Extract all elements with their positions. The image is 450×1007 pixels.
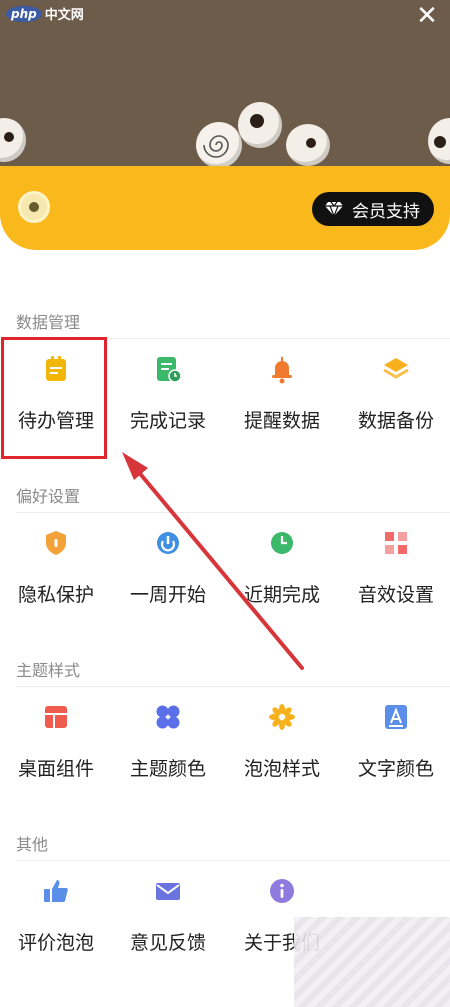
menu-item-feedback[interactable]: 意见反馈 xyxy=(112,862,224,962)
vip-support-button[interactable]: 会员支持 xyxy=(312,192,434,226)
menu-item-week-start[interactable]: 一周开始 xyxy=(112,514,224,614)
thumbs-up-icon xyxy=(41,876,71,906)
avatar[interactable] xyxy=(18,191,50,223)
menu-item-label: 音效设置 xyxy=(357,584,434,606)
section-title-data: 数据管理 xyxy=(16,313,81,332)
watermark: php 中文网 xyxy=(6,4,84,23)
palette-icon xyxy=(153,702,183,732)
menu-item-sound-settings[interactable]: 音效设置 xyxy=(340,514,450,614)
info-icon xyxy=(267,876,297,906)
menu-item-reminder-data[interactable]: 提醒数据 xyxy=(226,340,338,440)
menu-item-label: 意见反馈 xyxy=(129,932,206,954)
menu-item-label: 文字颜色 xyxy=(357,758,434,780)
menu-item-label: 隐私保护 xyxy=(17,584,94,606)
menu-item-label: 评价泡泡 xyxy=(17,932,94,954)
close-button[interactable]: ✕ xyxy=(412,2,442,32)
menu-item-privacy[interactable]: 隐私保护 xyxy=(0,514,112,614)
member-card: 会员支持 xyxy=(0,166,450,250)
divider xyxy=(16,686,450,687)
annotation-highlight-box xyxy=(1,337,107,459)
diamond-icon xyxy=(325,201,343,217)
menu-item-label: 近期完成 xyxy=(243,584,320,606)
menu-item-rate-app[interactable]: 评价泡泡 xyxy=(0,862,112,962)
section-title-other: 其他 xyxy=(16,835,49,854)
layers-icon xyxy=(381,354,411,384)
header-banner: php 中文网 ✕ xyxy=(0,0,450,172)
menu-item-label: 提醒数据 xyxy=(243,410,320,432)
menu-item-label: 泡泡样式 xyxy=(243,758,320,780)
menu-item-label: 数据备份 xyxy=(357,410,434,432)
watermark-text: 中文网 xyxy=(44,8,84,23)
menu-item-desktop-widget[interactable]: 桌面组件 xyxy=(0,688,112,788)
menu-item-recent-done[interactable]: 近期完成 xyxy=(226,514,338,614)
text-color-icon xyxy=(381,702,411,732)
menu-item-completion-record[interactable]: 完成记录 xyxy=(112,340,224,440)
shield-icon xyxy=(41,528,71,558)
bubble-style-icon xyxy=(267,702,297,732)
menu-item-theme-color[interactable]: 主题颜色 xyxy=(112,688,224,788)
divider xyxy=(16,860,450,861)
menu-item-label: 桌面组件 xyxy=(17,758,94,780)
vip-support-label: 会员支持 xyxy=(352,201,420,222)
menu-item-label: 主题颜色 xyxy=(129,758,206,780)
watermark-logo: php xyxy=(6,5,42,22)
menu-item-data-backup[interactable]: 数据备份 xyxy=(340,340,450,440)
blurred-watermark-area xyxy=(294,917,450,1007)
calendar-start-icon xyxy=(153,528,183,558)
menu-item-bubble-style[interactable]: 泡泡样式 xyxy=(226,688,338,788)
menu-item-label: 一周开始 xyxy=(129,584,206,606)
section-title-theme: 主题样式 xyxy=(16,661,81,680)
bell-icon xyxy=(267,354,297,384)
divider xyxy=(16,512,450,513)
section-title-preferences: 偏好设置 xyxy=(16,487,81,506)
widget-icon xyxy=(41,702,71,732)
close-icon: ✕ xyxy=(416,1,438,31)
clock-icon xyxy=(267,528,297,558)
mail-icon xyxy=(153,876,183,906)
record-icon xyxy=(153,354,183,384)
sound-icon xyxy=(381,528,411,558)
menu-item-text-color[interactable]: 文字颜色 xyxy=(340,688,450,788)
menu-item-label: 完成记录 xyxy=(129,410,206,432)
